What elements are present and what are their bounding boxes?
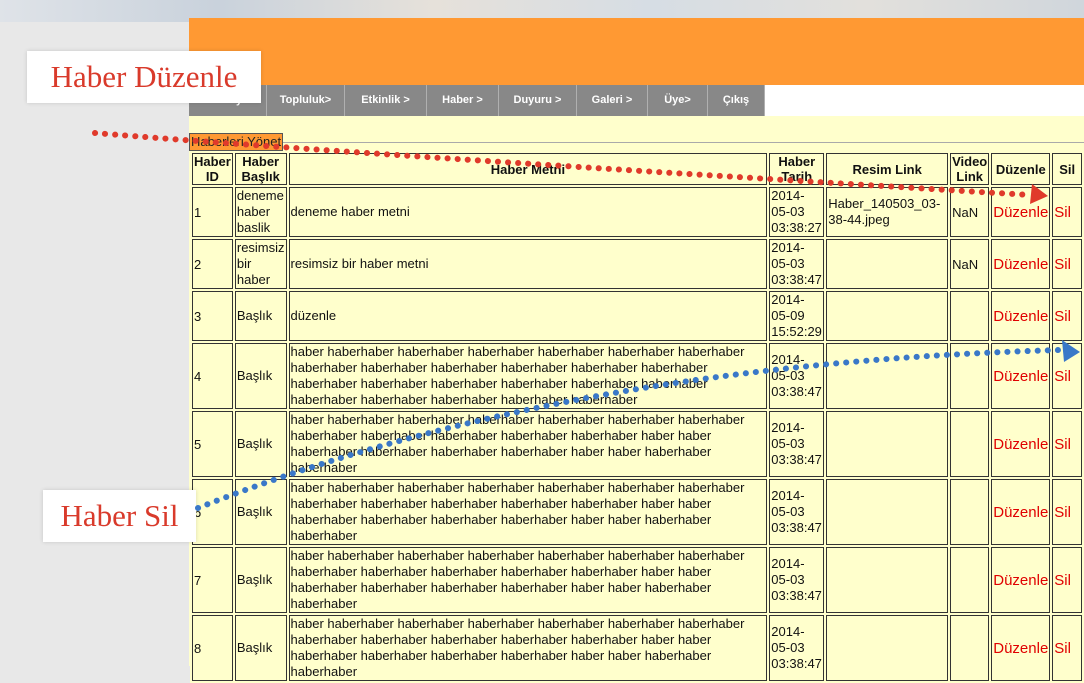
delete-link[interactable]: Sil	[1052, 411, 1082, 477]
header-text: Haber Metni	[288, 153, 768, 185]
header-date: Haber Tarih	[769, 153, 825, 185]
edit-link[interactable]: Düzenle	[991, 187, 1051, 237]
cell-text: deneme haber metni	[288, 187, 768, 237]
cell-title: deneme haber baslik	[234, 187, 287, 237]
cell-title: Başlık	[234, 615, 287, 681]
divider	[189, 142, 1084, 143]
cell-image-link	[826, 343, 949, 409]
delete-link[interactable]: Sil	[1052, 479, 1082, 545]
section-title: Haberleri Yönet	[189, 133, 284, 151]
cell-date: 2014-05-03 03:38:47	[769, 411, 825, 477]
edit-link[interactable]: Düzenle	[991, 343, 1051, 409]
content-area: Haberleri Yönet Haber ID Haber Başlık Ha…	[189, 116, 1084, 683]
cell-date: 2014-05-03 03:38:47	[769, 547, 825, 613]
header-id: Haber ID	[192, 153, 233, 185]
cell-video-link	[950, 411, 990, 477]
nav-item-topluluk[interactable]: Topluluk>	[267, 85, 345, 116]
cell-image-link	[826, 291, 949, 341]
cell-video-link: NaN	[950, 239, 990, 289]
table-row: 2 resimsiz bir haber resimsiz bir haber me…	[192, 239, 1082, 289]
edit-link[interactable]: Düzenle	[991, 239, 1051, 289]
nav-bar: Anasayfa Topluluk> Etkinlik > Haber > Du…	[189, 85, 765, 116]
cell-title: Başlık	[234, 479, 287, 545]
cell-id: 4	[192, 343, 233, 409]
cell-image-link	[826, 479, 949, 545]
cell-text: haber haberhaber haberhaber haberhaber h…	[288, 343, 768, 409]
cell-text: haber haberhaber haberhaber haberhaber h…	[288, 411, 768, 477]
cell-date: 2014-05-03 03:38:47	[769, 343, 825, 409]
cell-id: 5	[192, 411, 233, 477]
table-row: 1 deneme haber baslik deneme haber metni 20…	[192, 187, 1082, 237]
cell-date: 2014-05-03 03:38:47	[769, 239, 825, 289]
cell-video-link	[950, 615, 990, 681]
table-row: 7 Başlık haber haberhaber haberhaber haber…	[192, 547, 1082, 613]
nav-item-duyuru[interactable]: Duyuru >	[499, 85, 577, 116]
cell-image-link	[826, 615, 949, 681]
cell-date: 2014-05-03 03:38:47	[769, 615, 825, 681]
cell-image-link	[826, 547, 949, 613]
edit-link[interactable]: Düzenle	[991, 547, 1051, 613]
table-row: 6 Başlık haber haberhaber haberhaber haber…	[192, 479, 1082, 545]
cell-text: haber haberhaber haberhaber haberhaber h…	[288, 615, 768, 681]
cell-id: 2	[192, 239, 233, 289]
news-table-body: 1 deneme haber baslik deneme haber metni 20…	[192, 187, 1082, 681]
header-title: Haber Başlık	[234, 153, 287, 185]
table-row: 8 Başlık haber haberhaber haberhaber haber…	[192, 615, 1082, 681]
cell-image-link	[826, 239, 949, 289]
delete-annotation-label: Haber Sil	[43, 490, 196, 542]
edit-link[interactable]: Düzenle	[991, 291, 1051, 341]
nav-item-galeri[interactable]: Galeri >	[577, 85, 648, 116]
cell-text: düzenle	[288, 291, 768, 341]
header-image: Resim Link	[826, 153, 949, 185]
cell-video-link	[950, 547, 990, 613]
cell-video-link: NaN	[950, 187, 990, 237]
delete-link[interactable]: Sil	[1052, 187, 1082, 237]
cell-date: 2014-05-03 03:38:27	[769, 187, 825, 237]
nav-item-etkinlik[interactable]: Etkinlik >	[345, 85, 427, 116]
nav-item-cikis[interactable]: Çıkış	[708, 85, 765, 116]
edit-link[interactable]: Düzenle	[991, 615, 1051, 681]
delete-link[interactable]: Sil	[1052, 547, 1082, 613]
delete-link[interactable]: Sil	[1052, 291, 1082, 341]
cell-id: 1	[192, 187, 233, 237]
cell-id: 6	[192, 479, 233, 545]
nav-item-uye[interactable]: Üye>	[648, 85, 708, 116]
cell-title: Başlık	[234, 291, 287, 341]
news-table: Haber ID Haber Başlık Haber Metni Haber …	[190, 151, 1084, 683]
cell-date: 2014-05-03 03:38:47	[769, 479, 825, 545]
cell-title: Başlık	[234, 411, 287, 477]
table-row: 3 Başlık düzenle 2014-05-09 15:52:29 Düzenle…	[192, 291, 1082, 341]
header-edit: Düzenle	[991, 153, 1051, 185]
cell-id: 7	[192, 547, 233, 613]
cell-video-link	[950, 343, 990, 409]
header-video: Video Link	[950, 153, 990, 185]
cell-image-link	[826, 411, 949, 477]
cell-title: Başlık	[234, 343, 287, 409]
site-header-banner	[189, 18, 1084, 85]
edit-link[interactable]: Düzenle	[991, 411, 1051, 477]
edit-link[interactable]: Düzenle	[991, 479, 1051, 545]
delete-link[interactable]: Sil	[1052, 343, 1082, 409]
cell-date: 2014-05-09 15:52:29	[769, 291, 825, 341]
cell-id: 8	[192, 615, 233, 681]
cell-id: 3	[192, 291, 233, 341]
cell-text: haber haberhaber haberhaber haberhaber h…	[288, 479, 768, 545]
cell-text: haber haberhaber haberhaber haberhaber h…	[288, 547, 768, 613]
header-delete: Sil	[1052, 153, 1082, 185]
cell-title: Başlık	[234, 547, 287, 613]
table-row: 5 Başlık haber haberhaber haberhaber haber…	[192, 411, 1082, 477]
delete-link[interactable]: Sil	[1052, 615, 1082, 681]
cell-image-link: Haber_140503_03-38-44.jpeg	[826, 187, 949, 237]
cell-video-link	[950, 291, 990, 341]
left-margin-panel	[0, 22, 189, 666]
delete-link[interactable]: Sil	[1052, 239, 1082, 289]
edit-annotation-label: Haber Düzenle	[27, 51, 261, 103]
cell-video-link	[950, 479, 990, 545]
table-row: 4 Başlık haber haberhaber haberhaber haber…	[192, 343, 1082, 409]
nav-item-haber[interactable]: Haber >	[427, 85, 499, 116]
cell-title: resimsiz bir haber	[234, 239, 287, 289]
cell-text: resimsiz bir haber metni	[288, 239, 768, 289]
main-navigation: Anasayfa Topluluk> Etkinlik > Haber > Du…	[189, 85, 1084, 116]
